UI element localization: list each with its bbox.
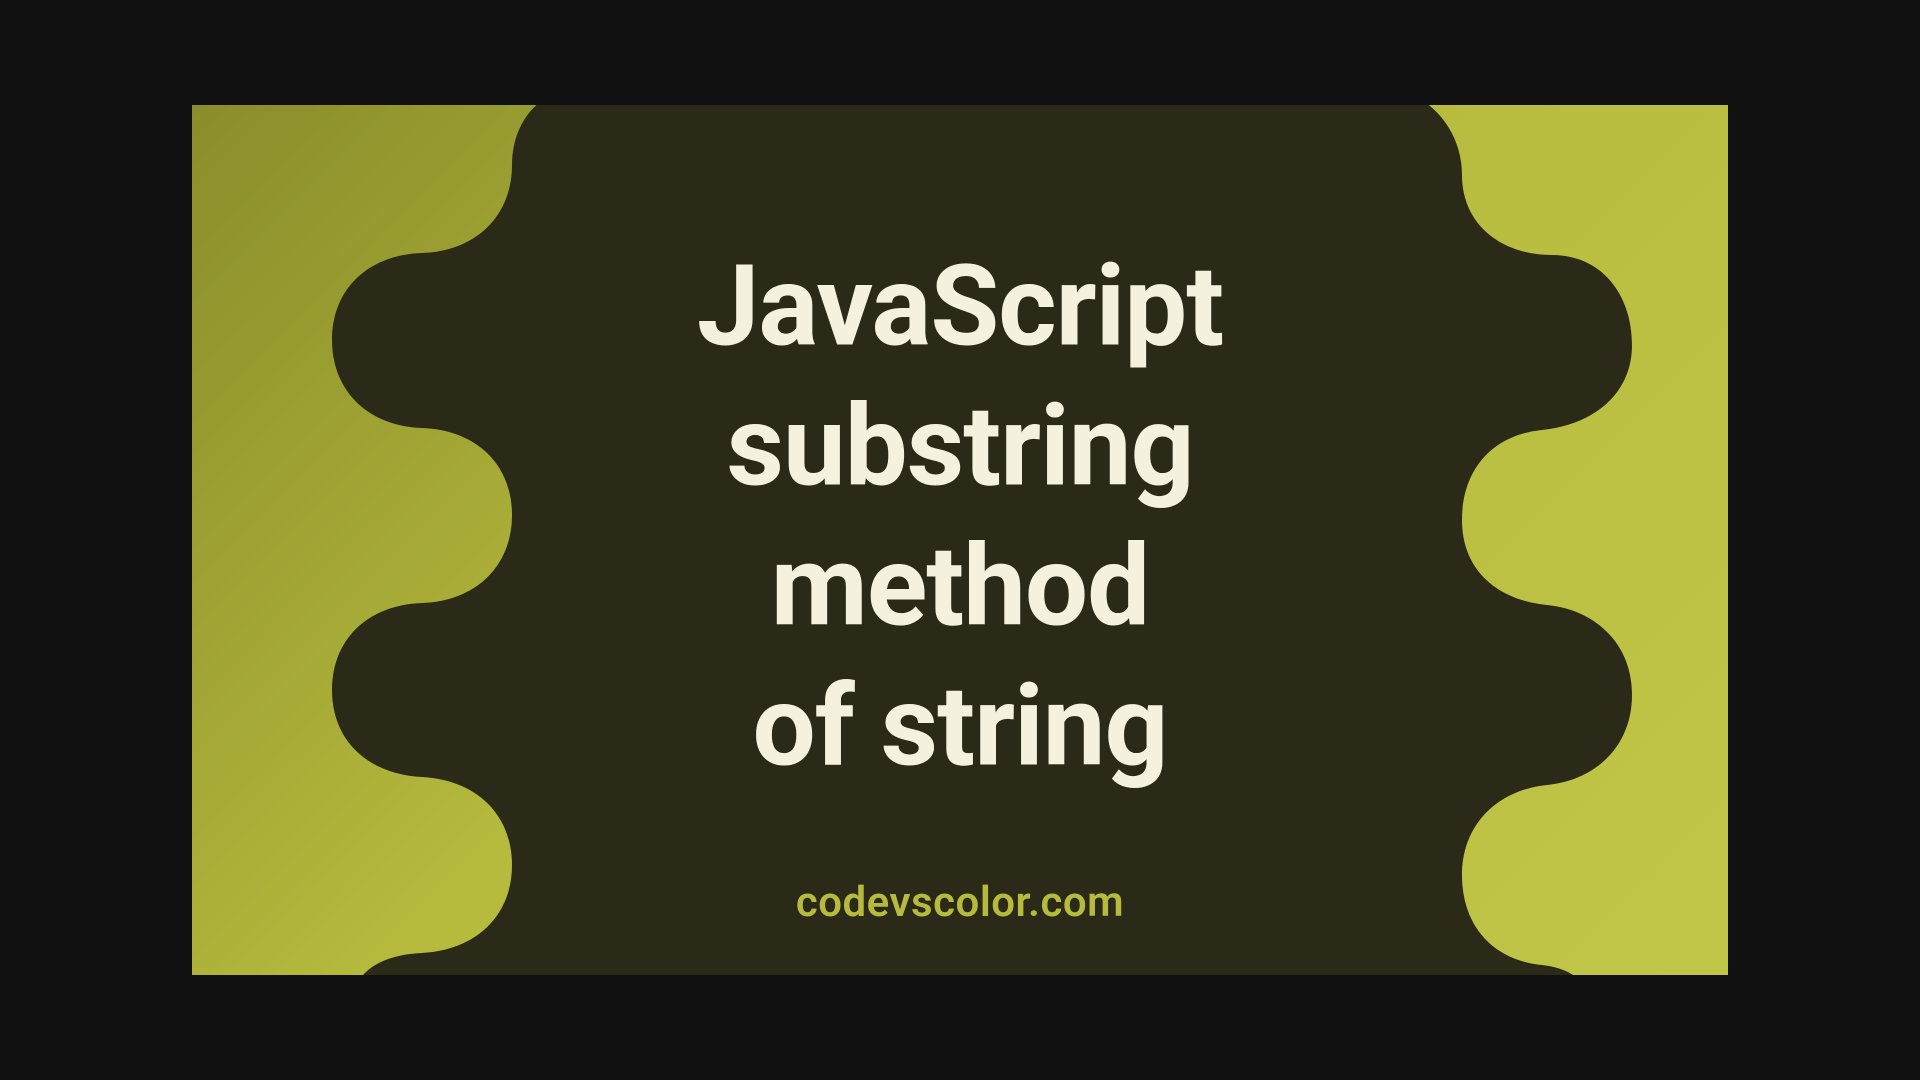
banner-card: JavaScript substring method of string co… [192,105,1728,975]
title-line-1: JavaScript [697,238,1223,378]
title-line-3: method [697,518,1223,658]
attribution-text: codevscolor.com [796,878,1124,927]
title-line-2: substring [697,378,1223,518]
banner-title: JavaScript substring method of string [697,238,1223,798]
title-line-4: of string [697,658,1223,798]
